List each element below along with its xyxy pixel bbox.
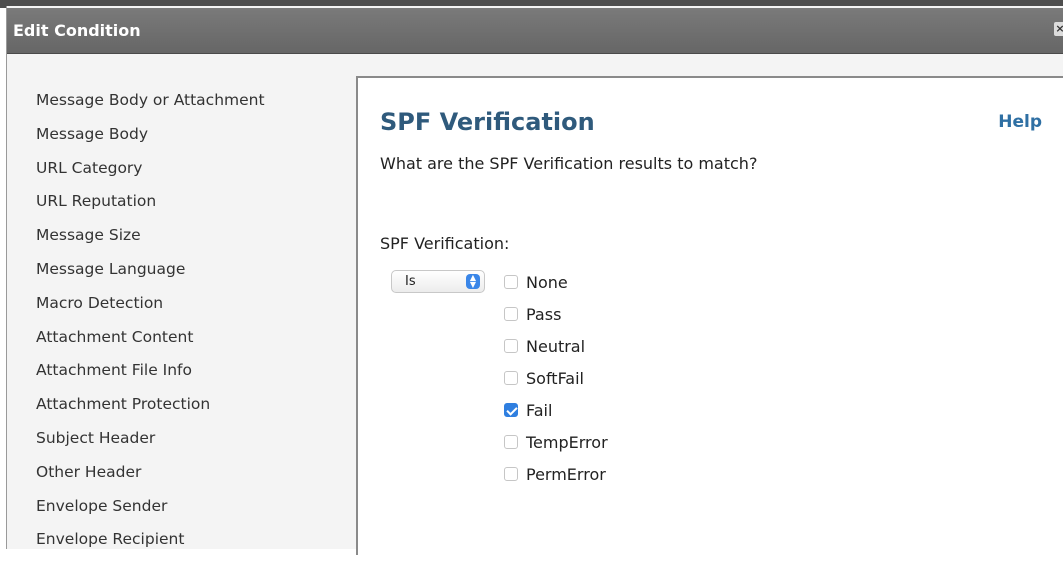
sidebar-item-envelope-recipient[interactable]: Envelope Recipient [36, 529, 265, 563]
dialog-titlebar[interactable]: Edit Condition × [7, 8, 1063, 54]
checkbox-softfail[interactable] [504, 371, 518, 385]
help-link[interactable]: Help [998, 112, 1042, 132]
sidebar-item-message-body-or-attachment[interactable]: Message Body or Attachment [36, 90, 265, 124]
checkbox-permerror[interactable] [504, 467, 518, 481]
option-neutral[interactable]: Neutral [504, 330, 608, 362]
sidebar-item-message-size[interactable]: Message Size [36, 225, 265, 259]
sidebar-item-other-header[interactable]: Other Header [36, 462, 265, 496]
option-softfail[interactable]: SoftFail [504, 362, 608, 394]
panel-question: What are the SPF Verification results to… [380, 154, 758, 173]
panel-heading: SPF Verification [380, 108, 595, 136]
option-label: Pass [526, 304, 562, 324]
sidebar-item-attachment-file-info[interactable]: Attachment File Info [36, 360, 265, 394]
checkbox-fail[interactable] [504, 403, 518, 417]
option-pass[interactable]: Pass [504, 298, 608, 330]
chevron-up-down-icon: ▲ ▼ [466, 274, 480, 289]
spf-verification-label: SPF Verification: [380, 234, 510, 253]
option-label: None [526, 272, 568, 292]
option-label: TempError [526, 432, 608, 452]
option-label: Fail [526, 400, 553, 420]
operator-select-value: Is [405, 274, 416, 289]
sidebar-item-macro-detection[interactable]: Macro Detection [36, 293, 265, 327]
spf-result-options: None Pass Neutral SoftFail Fail TempErro… [504, 266, 608, 490]
option-label: SoftFail [526, 368, 584, 388]
option-none[interactable]: None [504, 266, 608, 298]
sidebar-item-subject-header[interactable]: Subject Header [36, 428, 265, 462]
option-label: PermError [526, 464, 606, 484]
sidebar-item-envelope-sender[interactable]: Envelope Sender [36, 496, 265, 530]
option-temperror[interactable]: TempError [504, 426, 608, 458]
checkbox-pass[interactable] [504, 307, 518, 321]
sidebar-item-message-language[interactable]: Message Language [36, 259, 265, 293]
sidebar-item-attachment-protection[interactable]: Attachment Protection [36, 394, 265, 428]
sidebar-item-attachment-content[interactable]: Attachment Content [36, 327, 265, 361]
sidebar-item-url-reputation[interactable]: URL Reputation [36, 191, 265, 225]
operator-select[interactable]: Is ▲ ▼ [391, 270, 485, 293]
checkbox-none[interactable] [504, 275, 518, 289]
sidebar-item-message-body[interactable]: Message Body [36, 124, 265, 158]
option-label: Neutral [526, 336, 586, 356]
checkbox-neutral[interactable] [504, 339, 518, 353]
edit-condition-dialog: Edit Condition × Message Body or Attachm… [6, 6, 1063, 555]
dialog-title: Edit Condition [13, 21, 141, 40]
checkbox-temperror[interactable] [504, 435, 518, 449]
condition-detail-panel: SPF Verification Help What are the SPF V… [356, 76, 1063, 555]
close-icon[interactable]: × [1054, 22, 1063, 36]
option-fail[interactable]: Fail [504, 394, 608, 426]
option-permerror[interactable]: PermError [504, 458, 608, 490]
condition-type-list: Message Body or Attachment Message Body … [7, 54, 352, 549]
sidebar-item-url-category[interactable]: URL Category [36, 158, 265, 192]
